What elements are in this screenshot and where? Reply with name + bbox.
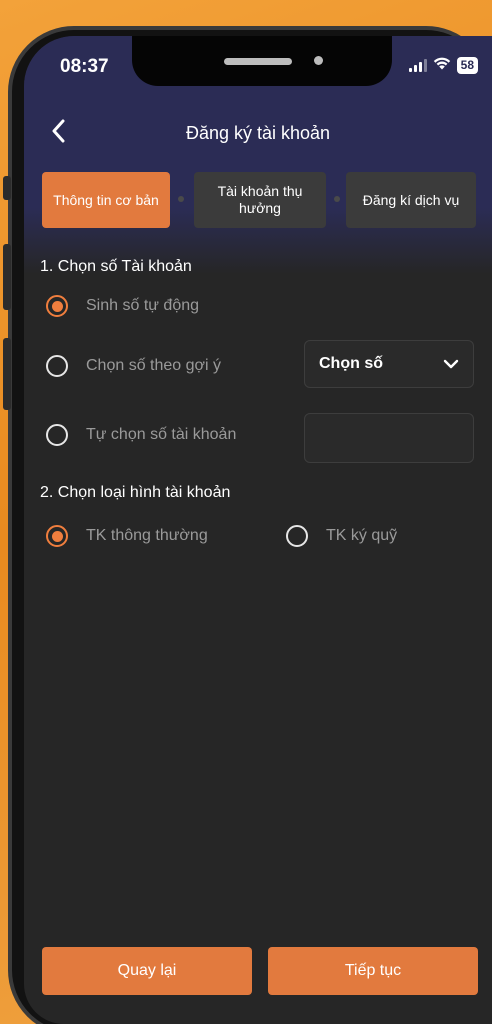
option-regular-account[interactable]: TK thông thường bbox=[46, 525, 208, 547]
step-basic-info[interactable]: Thông tin cơ bản bbox=[42, 172, 170, 228]
radio-unchecked-icon bbox=[46, 424, 68, 446]
app-header: Đăng ký tài khoản bbox=[24, 102, 492, 164]
radio-unchecked-icon bbox=[286, 525, 308, 547]
battery-indicator: 58 bbox=[456, 56, 478, 74]
volume-up-button bbox=[3, 244, 11, 310]
option-margin-account[interactable]: TK ký quỹ bbox=[286, 525, 397, 547]
step-label: Đăng kí dịch vụ bbox=[362, 191, 460, 208]
back-button-label: Quay lại bbox=[117, 962, 177, 979]
continue-button-label: Tiếp tục bbox=[344, 962, 402, 979]
option-label: Sinh số tự động bbox=[86, 297, 200, 314]
number-select[interactable]: Chọn số bbox=[304, 340, 474, 388]
page-title: Đăng ký tài khoản bbox=[185, 122, 331, 143]
status-icons: 58 bbox=[408, 56, 478, 74]
speaker-grille bbox=[224, 58, 292, 65]
step-beneficiary-account[interactable]: Tài khoản thụ hưởng bbox=[194, 172, 326, 228]
select-value: Chọn số bbox=[319, 355, 383, 372]
radio-checked-icon bbox=[46, 525, 68, 547]
option-label: Tự chọn số tài khoản bbox=[86, 426, 237, 443]
option-auto-generate[interactable]: Sinh số tự động bbox=[46, 295, 199, 317]
option-label: TK thông thường bbox=[86, 527, 208, 544]
option-suggested-number[interactable]: Chọn số theo gợi ý bbox=[46, 355, 221, 377]
radio-checked-icon bbox=[46, 295, 68, 317]
wifi-icon bbox=[433, 56, 451, 74]
option-custom-number[interactable]: Tự chọn số tài khoản bbox=[46, 424, 236, 446]
signal-icon bbox=[408, 58, 427, 72]
volume-down-button bbox=[3, 338, 11, 410]
chevron-left-icon bbox=[52, 119, 65, 143]
camera-dot bbox=[314, 56, 323, 65]
option-label: Chọn số theo gợi ý bbox=[86, 357, 222, 374]
step-separator bbox=[178, 196, 184, 202]
step-service-registration[interactable]: Đăng kí dịch vụ bbox=[346, 172, 476, 228]
radio-unchecked-icon bbox=[46, 355, 68, 377]
back-button[interactable] bbox=[44, 116, 74, 146]
section-account-number-title: 1. Chọn số Tài khoản bbox=[40, 258, 192, 275]
dynamic-island bbox=[132, 36, 392, 86]
step-separator bbox=[334, 196, 340, 202]
status-bar: 08:37 58 bbox=[24, 36, 492, 102]
section-account-type-title: 2. Chọn loại hình tài khoản bbox=[40, 484, 231, 501]
status-time: 08:37 bbox=[60, 56, 109, 77]
action-button bbox=[3, 176, 11, 200]
account-number-input[interactable] bbox=[304, 413, 474, 463]
back-footer-button[interactable]: Quay lại bbox=[42, 947, 252, 995]
step-label: Tài khoản thụ hưởng bbox=[217, 183, 303, 216]
chevron-down-icon bbox=[443, 359, 459, 369]
app-screen: 08:37 58 Đăng ký tài khoản Thông tin cơ … bbox=[24, 36, 492, 1024]
step-label: Thông tin cơ bản bbox=[53, 191, 159, 208]
continue-button[interactable]: Tiếp tục bbox=[268, 947, 478, 995]
option-label: TK ký quỹ bbox=[326, 527, 398, 544]
